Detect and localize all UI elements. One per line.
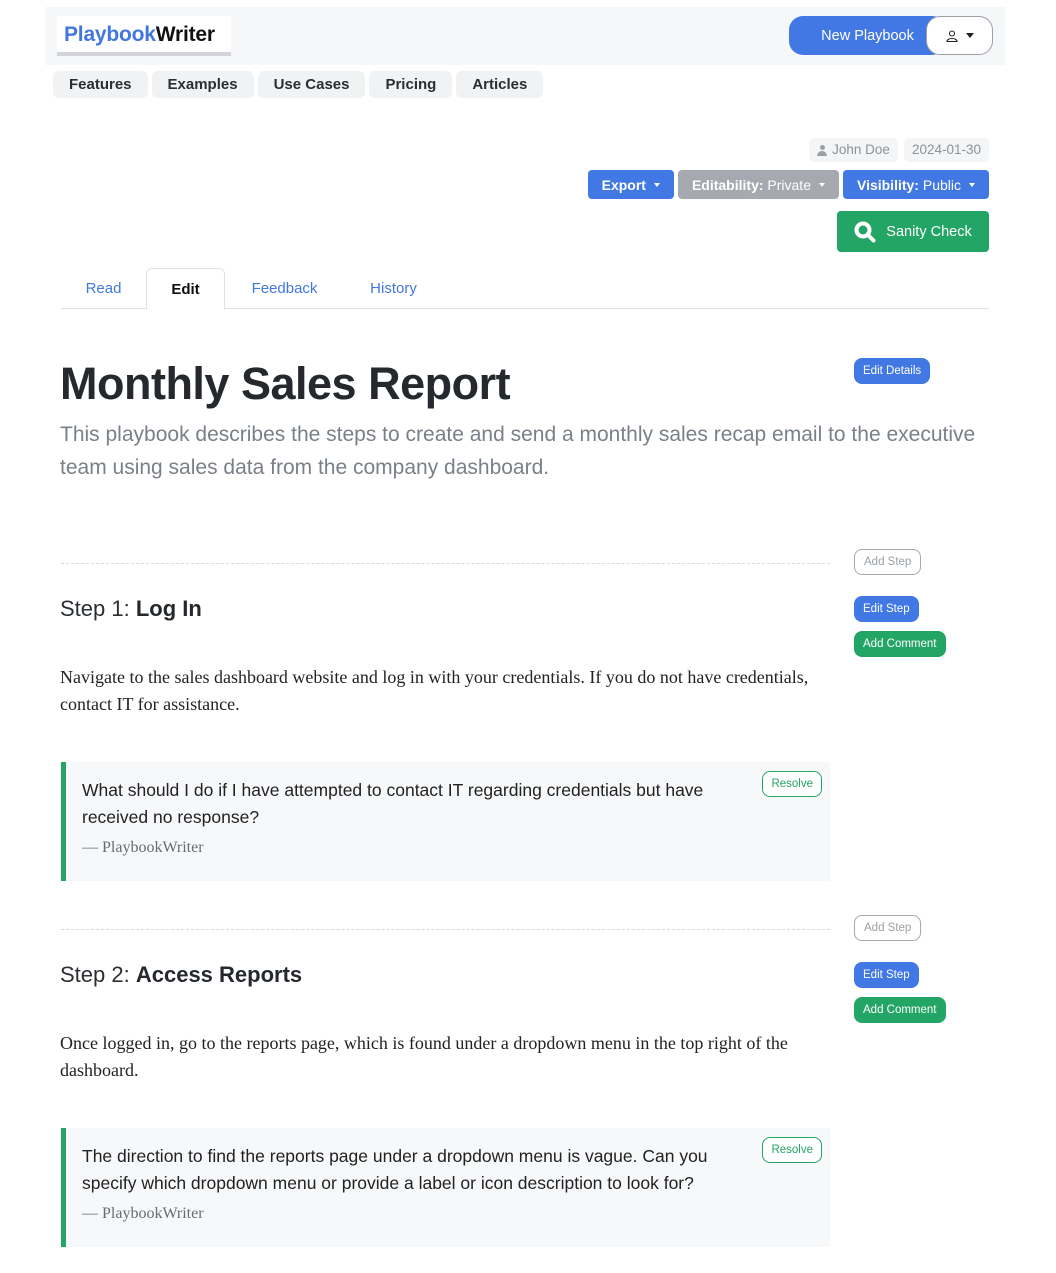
step-title: Step 1: Log In: [60, 596, 202, 622]
secondary-nav: Features Examples Use Cases Pricing Arti…: [53, 71, 547, 98]
nav-features[interactable]: Features: [53, 71, 148, 98]
search-icon: [854, 221, 876, 242]
visibility-dropdown[interactable]: Visibility: Public: [842, 170, 989, 199]
nav-use-cases[interactable]: Use Cases: [257, 71, 366, 98]
export-label: Export: [601, 176, 646, 193]
nav-pricing[interactable]: Pricing: [369, 71, 453, 98]
top-navbar: PlaybookWriter New Playbook: [45, 7, 1005, 65]
step-title: Step 2: Access Reports: [60, 962, 302, 988]
comment-text: The direction to find the reports page u…: [82, 1146, 708, 1193]
tab-history[interactable]: History: [351, 268, 436, 309]
brand-part-writer: Writer: [155, 23, 215, 46]
tab-read[interactable]: Read: [61, 268, 146, 309]
author-badge: John Doe: [809, 138, 898, 162]
brand-logo[interactable]: PlaybookWriter: [57, 16, 231, 56]
view-tabs: Read Edit Feedback History: [61, 268, 989, 310]
step-divider: [61, 563, 830, 564]
comment-text: What should I do if I have attempted to …: [82, 780, 704, 827]
new-playbook-button[interactable]: New Playbook: [789, 16, 946, 55]
export-dropdown[interactable]: Export: [587, 170, 674, 199]
comment-author: — PlaybookWriter: [82, 839, 204, 856]
nav-examples[interactable]: Examples: [151, 71, 254, 98]
edit-details-button[interactable]: Edit Details: [854, 358, 931, 384]
tab-edit[interactable]: Edit: [146, 268, 225, 310]
editability-key: Editability:: [691, 176, 764, 193]
sanity-check-button[interactable]: Sanity Check: [837, 211, 989, 252]
step-prefix: Step 2:: [60, 962, 136, 987]
playbook-title: Monthly Sales Report: [60, 358, 511, 409]
step-body: Once logged in, go to the reports page, …: [60, 1033, 788, 1080]
edit-step-button[interactable]: Edit Step: [854, 596, 919, 622]
sanity-check-label: Sanity Check: [886, 223, 972, 240]
brand-part-playbook: Playbook: [64, 23, 156, 46]
add-comment-button[interactable]: Add Comment: [854, 631, 946, 657]
comment-author: — PlaybookWriter: [82, 1205, 204, 1222]
editability-dropdown[interactable]: Editability: Private: [677, 170, 839, 199]
user-menu-button[interactable]: [926, 16, 993, 55]
add-comment-button[interactable]: Add Comment: [854, 997, 946, 1023]
date-badge: 2024-01-30: [903, 138, 989, 162]
user-icon: [945, 29, 958, 42]
step-divider: [61, 929, 830, 930]
person-icon: [817, 144, 828, 156]
step-body: Navigate to the sales dashboard website …: [60, 667, 809, 714]
chevron-down-icon: [818, 182, 825, 187]
nav-articles[interactable]: Articles: [456, 71, 544, 98]
edit-step-button[interactable]: Edit Step: [854, 962, 919, 988]
step-prefix: Step 1:: [60, 596, 136, 621]
chevron-down-icon: [965, 33, 974, 38]
playbook-meta: John Doe 2024-01-30: [809, 138, 989, 162]
chevron-down-icon: [653, 182, 660, 187]
comment-card: What should I do if I have attempted to …: [61, 762, 830, 881]
resolve-button[interactable]: Resolve: [762, 1137, 822, 1163]
author-name: John Doe: [832, 142, 890, 157]
step-name: Access Reports: [135, 962, 303, 987]
resolve-button[interactable]: Resolve: [762, 771, 822, 797]
tab-feedback[interactable]: Feedback: [231, 268, 338, 309]
add-step-button[interactable]: Add Step: [854, 915, 922, 941]
editability-value: Private: [767, 176, 811, 193]
visibility-key: Visibility:: [856, 176, 919, 193]
comment-card: The direction to find the reports page u…: [61, 1128, 830, 1247]
playbook-description: This playbook describes the steps to cre…: [60, 423, 976, 479]
playbook-actions: Export Editability: Private Visibility: …: [587, 170, 989, 199]
step-name: Log In: [135, 596, 202, 621]
visibility-value: Public: [922, 176, 961, 193]
chevron-down-icon: [969, 182, 975, 187]
add-step-button[interactable]: Add Step: [854, 549, 922, 575]
